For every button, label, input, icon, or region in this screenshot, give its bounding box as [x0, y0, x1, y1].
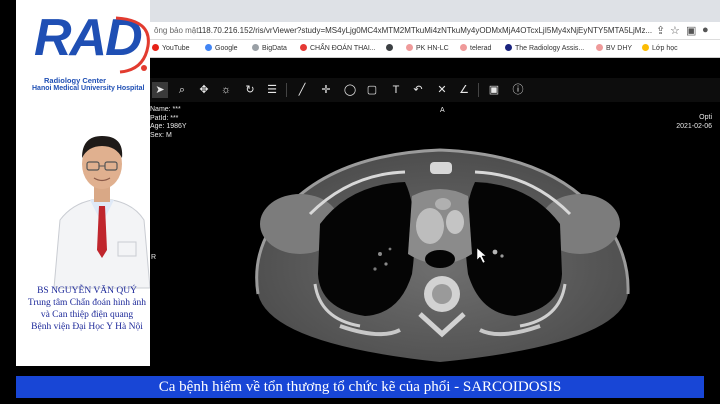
- save-icon[interactable]: ▣: [486, 82, 502, 98]
- bookmark-chan-doan-thai[interactable]: CHẨN ĐOÁN THAI...: [300, 44, 376, 52]
- study-date: 2021-02-06: [676, 122, 712, 130]
- extension-icon[interactable]: ▣: [686, 24, 696, 37]
- clear-annotations-icon[interactable]: ✕: [434, 82, 450, 98]
- logo-mark-icon: [115, 16, 150, 74]
- presenter-hospital: Bệnh viện Đại Học Y Hà Nội: [31, 322, 143, 332]
- star-icon[interactable]: ☆: [670, 24, 680, 37]
- patient-info-overlay: Name: *** PatId: *** Age: 1986Y Sex: M: [150, 106, 187, 140]
- viewer-toolbar: ➤ ⌕ ✥ ☼ ↻ ☰ ╱ ✛ ◯ ▢ T ↶ ✕ ∠ ▣ ⓘ: [150, 78, 720, 102]
- layout-menu-icon[interactable]: ☰: [264, 82, 280, 98]
- address-bar[interactable]: ông bảo mật 118.70.216.152/ris/vrViewer?…: [150, 22, 720, 40]
- google-icon: [205, 44, 212, 51]
- toolbar-divider: [478, 83, 479, 97]
- text-annotation-tool-icon[interactable]: T: [388, 82, 404, 98]
- ct-chest-image: [255, 148, 630, 362]
- bookmark-google[interactable]: Google: [205, 44, 238, 52]
- logo-hospital-name: Hanoi Medical University Hospital: [32, 85, 145, 92]
- rectangle-roi-tool-icon[interactable]: ▢: [364, 82, 380, 98]
- study-info-overlay: Opti 2021-02-06: [676, 114, 712, 131]
- bookmark-bv-dhy[interactable]: BV DHY: [596, 44, 632, 52]
- patient-sex: Sex: M: [150, 131, 172, 139]
- angle-tool-icon[interactable]: ∠: [456, 82, 472, 98]
- page-icon: [505, 44, 512, 51]
- page-icon: [460, 44, 467, 51]
- dicom-viewport[interactable]: Name: *** PatId: *** Age: 1986Y Sex: M A…: [150, 104, 720, 366]
- rotate-tool-icon[interactable]: ↻: [242, 82, 258, 98]
- logo-center-name: Radiology Center: [44, 76, 107, 85]
- zoom-tool-icon[interactable]: ⌕: [174, 82, 190, 98]
- pointer-tool-icon[interactable]: ➤: [152, 82, 168, 98]
- page-icon: [406, 44, 413, 51]
- tab-strip: [150, 0, 720, 22]
- video-caption: Ca bệnh hiếm về tổn thương tổ chức kẽ củ…: [158, 379, 562, 395]
- bookmark-radiology-assistant[interactable]: The Radiology Assis...: [505, 44, 584, 52]
- presenter-dept: Trung tâm Chẩn đoán hình ảnh: [27, 298, 147, 308]
- bookmark-pk-hn-lc[interactable]: PK HN-LC: [406, 44, 449, 52]
- rad-logo: RAD Radiology Center Hanoi Medical Unive…: [24, 6, 154, 92]
- profile-icon[interactable]: ●: [702, 24, 709, 36]
- orientation-left: R: [151, 254, 157, 261]
- page-icon: [252, 44, 259, 51]
- bookmark-lop-hoc[interactable]: Lớp học: [642, 44, 678, 52]
- bookmark-telerad[interactable]: telerad: [460, 44, 491, 52]
- line-measure-tool-icon[interactable]: ╱: [294, 82, 310, 98]
- page-icon: [300, 44, 307, 51]
- youtube-icon: [152, 44, 159, 51]
- security-indicator[interactable]: ông bảo mật: [154, 26, 198, 35]
- ellipse-roi-tool-icon[interactable]: ◯: [342, 82, 358, 98]
- bookmark-bigdata[interactable]: BigData: [252, 44, 287, 52]
- presenter-info: BS NGUYỄN VĂN QUÝ Trung tâm Chẩn đoán hì…: [20, 285, 154, 333]
- bookmark-youtube[interactable]: YouTube: [152, 44, 190, 52]
- toolbar-divider: [286, 83, 287, 97]
- undo-tool-icon[interactable]: ↶: [410, 82, 426, 98]
- folder-icon: [642, 44, 649, 51]
- url-text[interactable]: 118.70.216.152/ris/vrViewer?study=MS4yLj…: [198, 26, 668, 35]
- orientation-top: A: [440, 107, 445, 114]
- video-frame: RAD Radiology Center Hanoi Medical Unive…: [0, 0, 720, 404]
- patient-age: Age: 1986Y: [150, 123, 187, 130]
- crosshair-tool-icon[interactable]: ✛: [318, 82, 334, 98]
- window-level-tool-icon[interactable]: ☼: [218, 82, 234, 98]
- presenter-photo: [52, 120, 152, 290]
- bookmark-github[interactable]: [386, 44, 396, 52]
- presenter-panel: RAD Radiology Center Hanoi Medical Unive…: [16, 0, 152, 366]
- presenter-dept-2: và Can thiệp điện quang: [40, 310, 134, 320]
- study-info-line: Opti: [699, 114, 712, 121]
- share-icon[interactable]: ⇪: [656, 24, 665, 37]
- patient-name: Name: ***: [150, 106, 181, 113]
- presenter-name: BS NGUYỄN VĂN QUÝ: [37, 286, 137, 296]
- info-icon[interactable]: ⓘ: [510, 82, 526, 98]
- bookmarks-bar: YouTube Google BigData CHẨN ĐOÁN THAI...…: [150, 40, 720, 58]
- caption-bar: Ca bệnh hiếm về tổn thương tổ chức kẽ củ…: [16, 376, 704, 398]
- github-icon: [386, 44, 393, 51]
- page-icon: [596, 44, 603, 51]
- patient-id: PatId: ***: [150, 114, 179, 122]
- browser-window: ông bảo mật 118.70.216.152/ris/vrViewer?…: [150, 0, 720, 366]
- pan-tool-icon[interactable]: ✥: [196, 82, 212, 98]
